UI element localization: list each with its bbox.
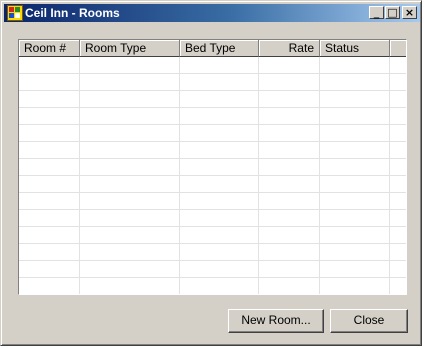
column-header-status[interactable]: Status [320, 40, 390, 57]
list-row [19, 74, 406, 91]
title-bar[interactable]: Ceil Inn - Rooms _ □ × [4, 4, 420, 22]
list-row [19, 193, 406, 210]
column-divider [389, 57, 390, 294]
minimize-button[interactable]: _ [369, 6, 384, 19]
rooms-window: Ceil Inn - Rooms _ □ × Room # Room Type … [0, 0, 422, 346]
list-row [19, 125, 406, 142]
list-row [19, 108, 406, 125]
list-row [19, 176, 406, 193]
column-divider [179, 57, 180, 294]
list-row [19, 244, 406, 261]
list-row [19, 91, 406, 108]
column-divider [258, 57, 259, 294]
app-icon[interactable] [7, 5, 23, 21]
column-divider [319, 57, 320, 294]
list-row [19, 261, 406, 278]
rooms-list-view[interactable]: Room # Room Type Bed Type Rate Status [18, 39, 407, 295]
column-header-bed-type[interactable]: Bed Type [180, 40, 259, 57]
new-room-button[interactable]: New Room... [228, 309, 324, 333]
maximize-button[interactable]: □ [385, 6, 400, 19]
list-row [19, 227, 406, 244]
list-body[interactable] [19, 57, 406, 294]
column-header-room-number[interactable]: Room # [19, 40, 80, 57]
list-header: Room # Room Type Bed Type Rate Status [19, 40, 406, 57]
close-button[interactable]: Close [330, 309, 408, 333]
column-header-room-type[interactable]: Room Type [80, 40, 180, 57]
list-row [19, 278, 406, 294]
list-row [19, 159, 406, 176]
column-divider [79, 57, 80, 294]
window-title: Ceil Inn - Rooms [25, 6, 120, 20]
column-header-filler [390, 40, 406, 57]
list-row [19, 57, 406, 74]
close-window-button[interactable]: × [402, 6, 417, 19]
list-row [19, 210, 406, 227]
list-row [19, 142, 406, 159]
column-header-rate[interactable]: Rate [259, 40, 320, 57]
